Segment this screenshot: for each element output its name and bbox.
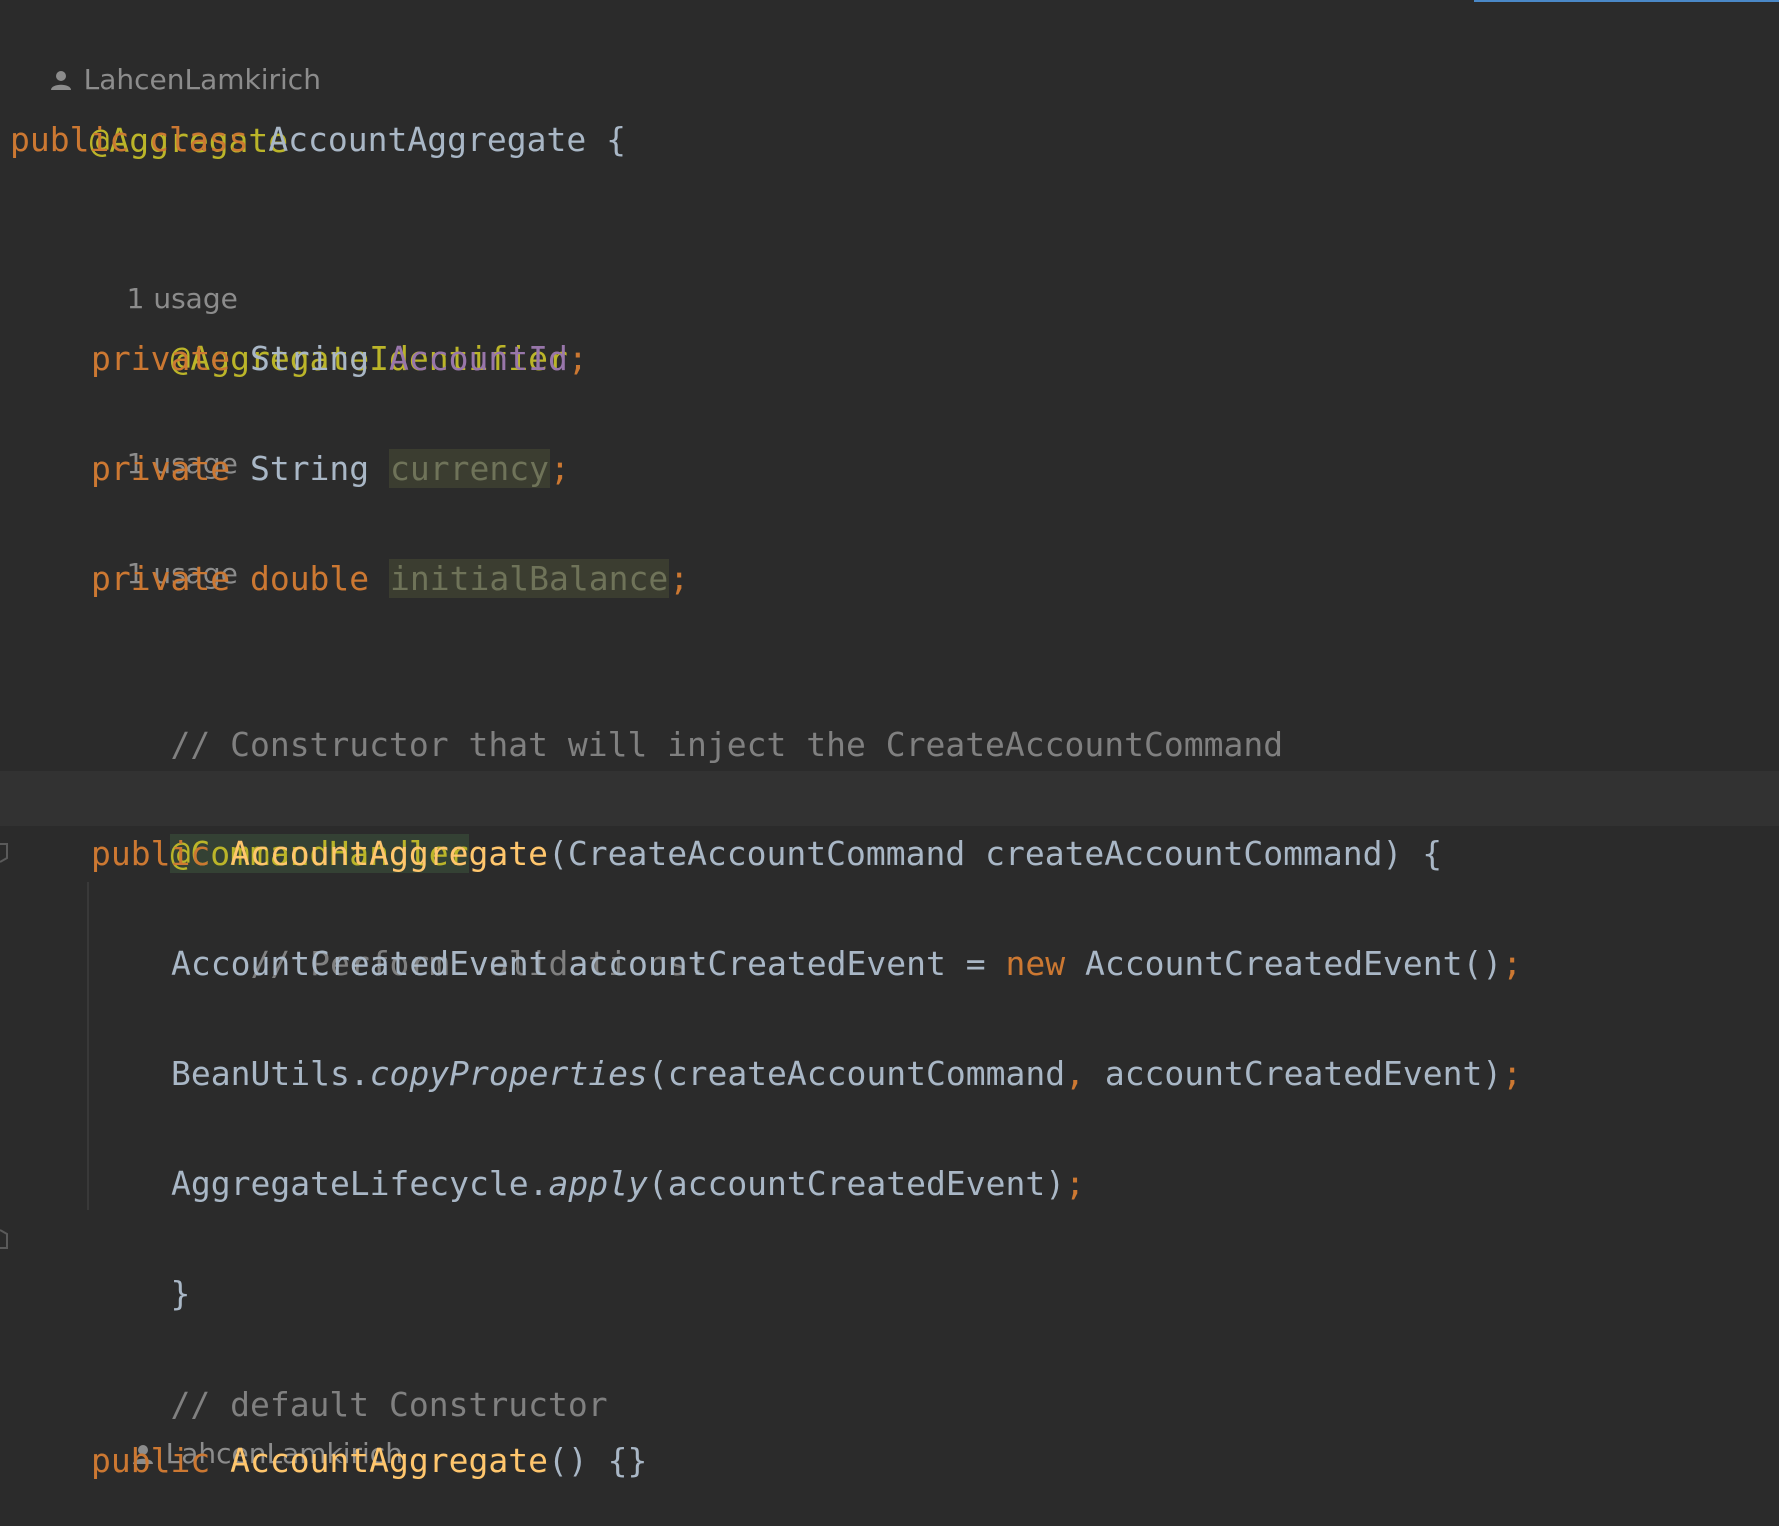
code-line-comment-validations[interactable]: // Perform validations: xyxy=(171,881,1779,983)
author-hint[interactable]: LahcenLamkirich xyxy=(96,722,1779,810)
field-currency: currency xyxy=(389,449,550,488)
code-line-annotation[interactable]: @Aggregate xyxy=(10,58,1779,160)
semicolon: ; xyxy=(1502,944,1523,983)
semicolon: ; xyxy=(669,559,690,598)
usage-hint[interactable]: 1 usage xyxy=(91,392,1779,480)
author-hint[interactable]: LahcenLamkirich xyxy=(14,8,1779,96)
code-line-default-constructor[interactable]: public AccountAggregate() {} xyxy=(91,1433,1779,1488)
class-name: AccountAggregate xyxy=(268,120,587,159)
code-line-close-brace[interactable]: } xyxy=(91,1211,1779,1313)
fold-marker-icon[interactable] xyxy=(0,1228,8,1250)
keyword-public: public xyxy=(10,120,130,159)
code-line-comment-default[interactable]: // default Constructor xyxy=(91,1322,1779,1424)
fold-marker-icon[interactable] xyxy=(0,842,8,864)
semicolon: ; xyxy=(550,449,570,488)
keyword-private: private xyxy=(91,449,231,488)
field-account-id: AccountId xyxy=(389,339,568,378)
type-string: String xyxy=(249,449,370,488)
author-hint[interactable]: LahcenLamkirich xyxy=(96,1382,1779,1470)
method-copy-properties: copyProperties xyxy=(369,1054,648,1093)
code-line-aggregate-identifier[interactable]: @AggregateIdentifier xyxy=(91,276,1779,378)
var-account-created-event: accountCreatedEvent xyxy=(568,944,946,983)
usage-hint[interactable]: 1 usage xyxy=(91,502,1779,590)
code-line-apply[interactable]: AggregateLifecycle.apply(accountCreatedE… xyxy=(171,1156,1779,1211)
type-string: String xyxy=(249,339,370,378)
scroll-indicator xyxy=(1474,0,1779,2)
param-type: CreateAccountCommand xyxy=(567,834,966,873)
keyword-class: class xyxy=(149,120,249,159)
semicolon: ; xyxy=(567,339,588,378)
code-line-constructor-decl[interactable]: public AccountAggregate(CreateAccountCom… xyxy=(91,826,1779,881)
semicolon: ; xyxy=(1065,1164,1085,1203)
field-initial-balance: initialBalance xyxy=(389,559,670,598)
code-line-field-currency[interactable]: private String currency; xyxy=(91,441,1779,496)
keyword-public: public xyxy=(91,834,211,873)
semicolon: ; xyxy=(1502,1054,1523,1093)
keyword-private: private xyxy=(91,339,231,378)
type-account-created-event: AccountCreatedEvent xyxy=(171,944,549,983)
open-brace: { xyxy=(606,120,626,159)
method-apply: apply xyxy=(548,1164,648,1203)
code-line-event-decl[interactable]: AccountCreatedEvent accountCreatedEvent … xyxy=(171,936,1779,991)
code-editor[interactable]: LahcenLamkirich @Aggregate public class … xyxy=(0,0,1779,1504)
keyword-new: new xyxy=(1005,944,1066,983)
code-line-class-decl[interactable]: public class AccountAggregate { xyxy=(10,112,1779,167)
constructor-name: AccountAggregate xyxy=(230,1441,548,1480)
code-line-field-balance[interactable]: private double initialBalance; xyxy=(91,551,1779,606)
keyword-double: double xyxy=(249,559,370,598)
keyword-private: private xyxy=(91,559,231,598)
usage-hint[interactable]: 1 usage xyxy=(91,227,1779,315)
code-line-comment-constructor[interactable]: // Constructor that will inject the Crea… xyxy=(91,662,1779,764)
keyword-public: public xyxy=(91,1441,211,1480)
code-line-field-account-id[interactable]: private String AccountId; xyxy=(91,331,1779,386)
indent-guide xyxy=(87,882,89,1210)
close-brace: } xyxy=(170,1274,191,1313)
code-line-command-handler[interactable]: @CommandHandler xyxy=(91,771,1779,873)
code-line-bean-utils[interactable]: BeanUtils.copyProperties(createAccountCo… xyxy=(171,1046,1779,1101)
param-name: createAccountCommand xyxy=(985,834,1383,873)
constructor-name: AccountAggregate xyxy=(230,834,548,873)
